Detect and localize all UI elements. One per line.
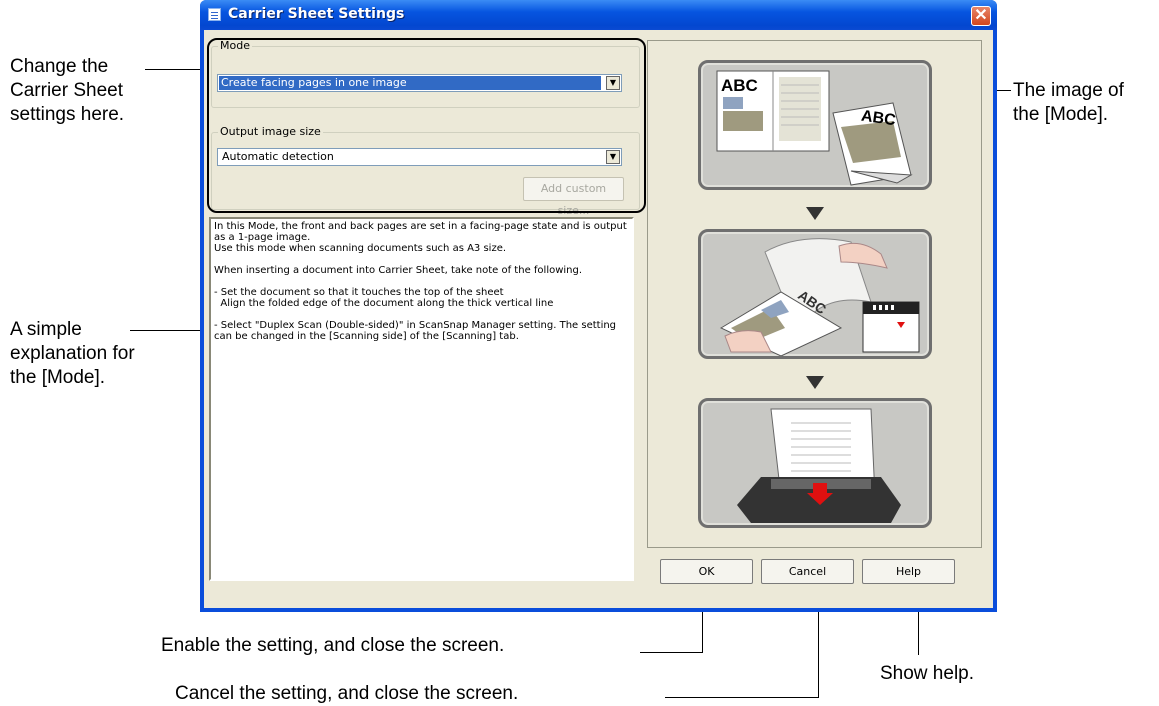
callout-change-settings-line2: Carrier Sheet xyxy=(10,80,123,101)
preview-panel-facing-pages: ABC ABC xyxy=(698,60,932,190)
dialog-client-area: Mode Create facing pages in one image ▼ … xyxy=(204,30,993,608)
cancel-button[interactable]: Cancel xyxy=(761,559,854,584)
callout-explanation-line3: the [Mode]. xyxy=(10,367,106,388)
close-button[interactable]: ✕ xyxy=(971,6,991,26)
preview-abc-left: ABC xyxy=(721,76,758,95)
title-bar[interactable]: Carrier Sheet Settings ✕ xyxy=(200,0,997,30)
leader-line xyxy=(145,69,205,70)
callout-change-settings-line3: settings here. xyxy=(10,104,125,125)
callout-change-settings-line1: Change the xyxy=(10,56,109,77)
callout-cancel: Cancel the setting, and close the screen… xyxy=(175,683,519,704)
help-button[interactable]: Help xyxy=(862,559,955,584)
down-arrow-icon xyxy=(806,207,824,220)
callout-explanation-line1: A simple xyxy=(10,319,82,340)
leader-line xyxy=(130,330,206,331)
leader-line xyxy=(665,697,819,698)
callout-explanation-line2: explanation for xyxy=(10,343,135,364)
callout-change-settings: Change the Carrier Sheet settings here. xyxy=(10,55,124,127)
mode-description: In this Mode, the front and back pages a… xyxy=(209,217,634,581)
carrier-sheet-settings-dialog: Carrier Sheet Settings ✕ Mode Create fac… xyxy=(200,0,997,612)
callout-help: Show help. xyxy=(880,663,975,684)
leader-line xyxy=(640,652,702,653)
callout-image-of-mode: The image of the [Mode]. xyxy=(1013,79,1124,127)
window-icon xyxy=(208,8,221,21)
callout-explanation: A simple explanation for the [Mode]. xyxy=(10,318,135,390)
dialog-title: Carrier Sheet Settings xyxy=(228,6,405,22)
scanner-illustration xyxy=(737,408,901,523)
ok-button[interactable]: OK xyxy=(660,559,753,584)
down-arrow-icon xyxy=(806,376,824,389)
callout-ok: Enable the setting, and close the screen… xyxy=(161,635,505,656)
callout-image-line2: the [Mode]. xyxy=(1013,104,1109,125)
preview-panel-scanner xyxy=(698,398,932,528)
highlight-frame xyxy=(207,38,646,213)
mode-preview: ABC ABC ABC xyxy=(647,40,982,548)
callout-image-line1: The image of xyxy=(1013,80,1124,101)
preview-panel-insert-document: ABC xyxy=(698,229,932,359)
